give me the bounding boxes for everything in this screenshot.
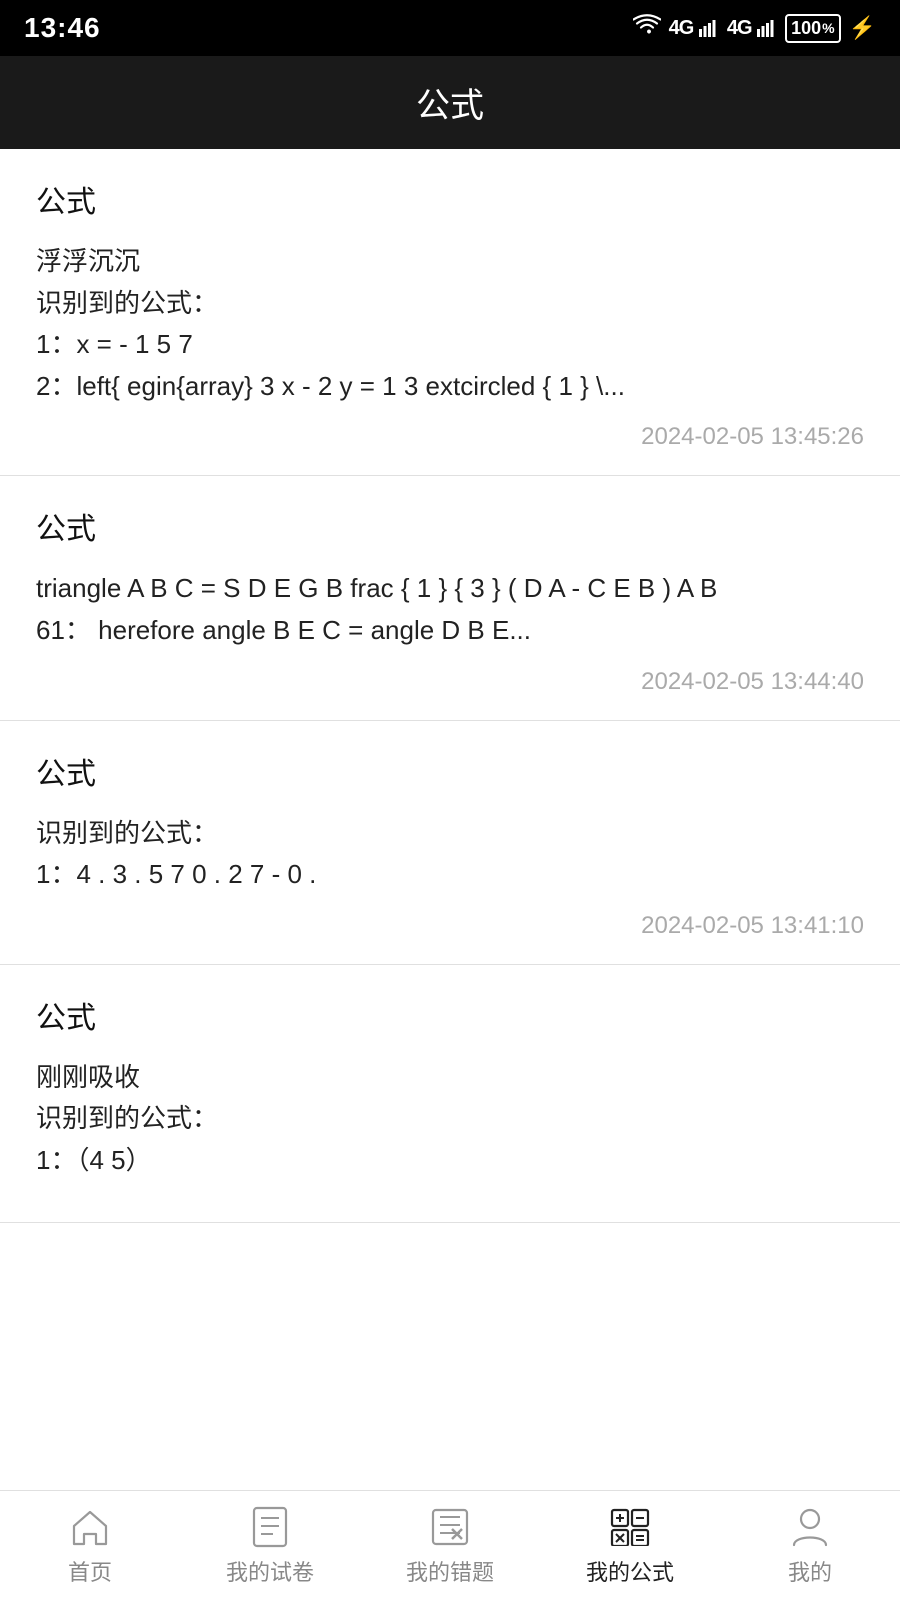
charging-icon: ⚡ bbox=[849, 15, 876, 41]
app-header: 公式 bbox=[0, 56, 900, 149]
status-bar: 13:46 4G 4G bbox=[0, 0, 900, 56]
tab-bar: 首页 我的试卷 我的错题 bbox=[0, 1490, 900, 1600]
page-title: 公式 bbox=[416, 87, 484, 125]
formula-card-2-time: 2024-02-05 13:44:40 bbox=[36, 668, 864, 696]
formula-card-3-body: 识别到的公式： 1：4 . 3 . 5 7 0 . 2 7 - 0 . bbox=[36, 813, 864, 896]
user-icon bbox=[788, 1505, 832, 1549]
formula-card-3[interactable]: 公式 识别到的公式： 1：4 . 3 . 5 7 0 . 2 7 - 0 . 2… bbox=[0, 721, 900, 965]
tab-formulas[interactable]: 我的公式 bbox=[540, 1505, 720, 1587]
tab-exams-label: 我的试卷 bbox=[226, 1555, 314, 1587]
formula-card-4-title: 公式 bbox=[36, 993, 864, 1037]
formulas-icon bbox=[608, 1505, 652, 1549]
tab-mine-label: 我的 bbox=[788, 1555, 832, 1587]
formula-card-1-body: 浮浮沉沉 识别到的公式： 1：x = - 1 5 7 2：left{ egin{… bbox=[36, 241, 864, 407]
formula-card-3-time: 2024-02-05 13:41:10 bbox=[36, 912, 864, 940]
tab-formulas-label: 我的公式 bbox=[586, 1555, 674, 1587]
tab-home[interactable]: 首页 bbox=[0, 1505, 180, 1587]
formula-card-1[interactable]: 公式 浮浮沉沉 识别到的公式： 1：x = - 1 5 7 2：left{ eg… bbox=[0, 149, 900, 476]
formula-card-4[interactable]: 公式 刚刚吸收 识别到的公式： 1：（4 5） bbox=[0, 965, 900, 1223]
home-icon bbox=[68, 1505, 112, 1549]
formula-card-1-title: 公式 bbox=[36, 177, 864, 221]
tab-mine[interactable]: 我的 bbox=[720, 1505, 900, 1587]
tab-home-label: 首页 bbox=[68, 1555, 112, 1587]
status-time: 13:46 bbox=[24, 12, 101, 44]
wifi-icon bbox=[633, 14, 661, 42]
exams-icon bbox=[248, 1505, 292, 1549]
signal-4g-2-icon: 4G bbox=[727, 17, 777, 40]
formula-card-2-title: 公式 bbox=[36, 504, 864, 548]
content-list: 公式 浮浮沉沉 识别到的公式： 1：x = - 1 5 7 2：left{ eg… bbox=[0, 149, 900, 1490]
formula-card-2[interactable]: 公式 triangle A B C = S D E G B frac { 1 }… bbox=[0, 476, 900, 720]
battery-icon: 100 % bbox=[785, 14, 841, 43]
tab-mistakes[interactable]: 我的错题 bbox=[360, 1505, 540, 1587]
tab-mistakes-label: 我的错题 bbox=[406, 1555, 494, 1587]
formula-card-1-time: 2024-02-05 13:45:26 bbox=[36, 423, 864, 451]
formula-card-2-body: triangle A B C = S D E G B frac { 1 } { … bbox=[36, 568, 864, 651]
status-icons: 4G 4G 100 % ⚡ bbox=[633, 14, 876, 43]
formula-card-4-body: 刚刚吸收 识别到的公式： 1：（4 5） bbox=[36, 1057, 864, 1182]
mistakes-icon bbox=[428, 1505, 472, 1549]
formula-card-3-title: 公式 bbox=[36, 749, 864, 793]
tab-exams[interactable]: 我的试卷 bbox=[180, 1505, 360, 1587]
signal-4g-1-icon: 4G bbox=[669, 17, 719, 40]
